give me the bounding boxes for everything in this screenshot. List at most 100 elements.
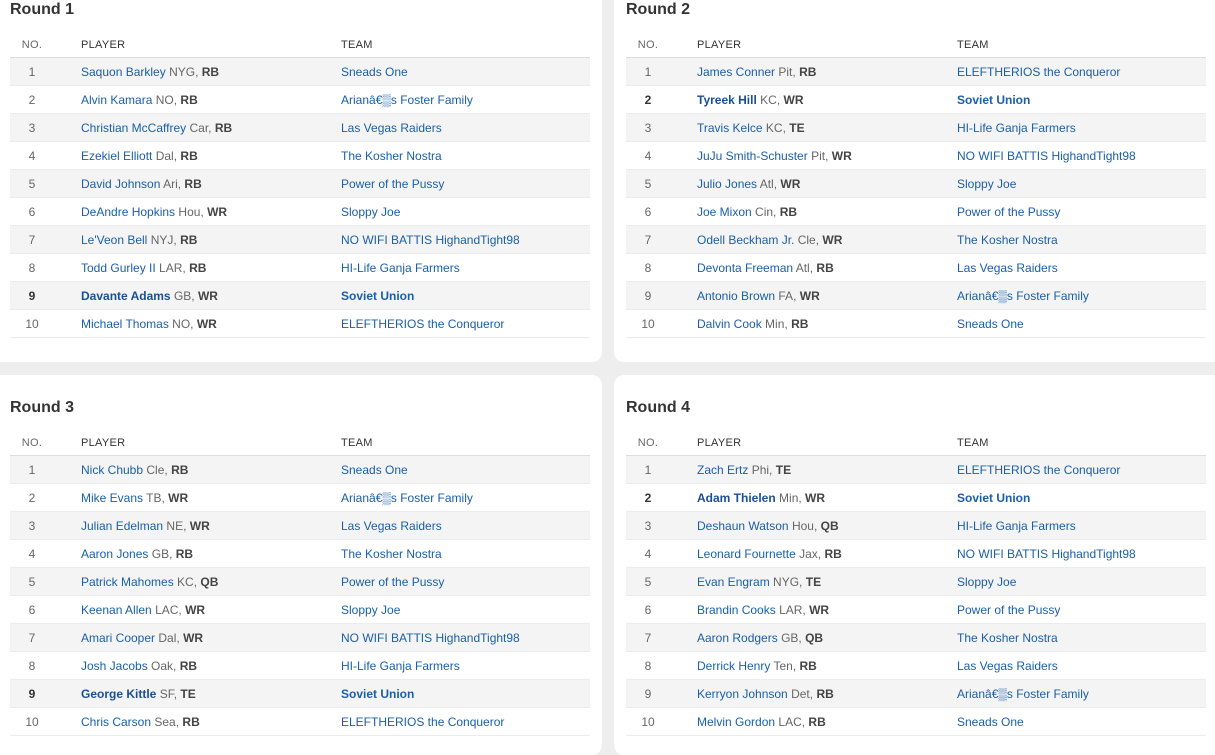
team-link[interactable]: Power of the Pussy — [957, 205, 1060, 219]
pick-number: 9 — [10, 281, 54, 310]
team-link[interactable]: Arianâ€▒s Foster Family — [957, 289, 1089, 303]
team-link[interactable]: Sloppy Joe — [341, 603, 400, 617]
team-link[interactable]: The Kosher Nostra — [341, 547, 442, 561]
team-link[interactable]: ELEFTHERIOS the Conqueror — [341, 715, 504, 729]
player-link[interactable]: Zach Ertz — [697, 463, 748, 477]
player-link[interactable]: Chris Carson — [81, 715, 151, 729]
team-link[interactable]: Arianâ€▒s Foster Family — [957, 687, 1089, 701]
team-link[interactable]: The Kosher Nostra — [957, 631, 1058, 645]
team-link[interactable]: Las Vegas Raiders — [957, 261, 1058, 275]
player-link[interactable]: JuJu Smith-Schuster — [697, 149, 808, 163]
pick-number: 3 — [10, 511, 54, 540]
player-link[interactable]: Aaron Rodgers — [697, 631, 778, 645]
player-position: RB — [799, 64, 817, 79]
player-link[interactable]: Deshaun Watson — [697, 519, 789, 533]
player-link[interactable]: Kerryon Johnson — [697, 687, 788, 701]
player-link[interactable]: Tyreek Hill — [697, 93, 757, 107]
player-link[interactable]: Derrick Henry — [697, 659, 770, 673]
team-link[interactable]: Power of the Pussy — [341, 177, 444, 191]
pick-number: 7 — [626, 225, 670, 254]
player-link[interactable]: Evan Engram — [697, 575, 770, 589]
team-link[interactable]: Soviet Union — [957, 491, 1030, 505]
pick-number: 5 — [10, 169, 54, 198]
team-link[interactable]: Power of the Pussy — [957, 603, 1060, 617]
team-link[interactable]: Las Vegas Raiders — [957, 659, 1058, 673]
team-cell: Las Vegas Raiders — [957, 651, 1206, 680]
team-link[interactable]: Arianâ€▒s Foster Family — [341, 93, 473, 107]
player-link[interactable]: Julian Edelman — [81, 519, 163, 533]
player-link[interactable]: Patrick Mahomes — [81, 575, 174, 589]
player-link[interactable]: Aaron Jones — [81, 547, 148, 561]
player-link[interactable]: Melvin Gordon — [697, 715, 775, 729]
player-link[interactable]: Odell Beckham Jr. — [697, 233, 794, 247]
player-link[interactable]: Christian McCaffrey — [81, 121, 186, 135]
player-team-abbr: NYG, — [773, 574, 803, 589]
player-link[interactable]: Dalvin Cook — [697, 317, 762, 331]
team-link[interactable]: Las Vegas Raiders — [341, 121, 442, 135]
team-link[interactable]: HI-Life Ganja Farmers — [341, 659, 460, 673]
player-link[interactable]: Alvin Kamara — [81, 93, 152, 107]
team-link[interactable]: Power of the Pussy — [341, 575, 444, 589]
player-link[interactable]: Travis Kelce — [697, 121, 763, 135]
team-link[interactable]: NO WIFI BATTIS HighandTight98 — [957, 547, 1136, 561]
player-position: RB — [179, 658, 198, 673]
team-cell: Arianâ€▒s Foster Family — [341, 85, 590, 114]
player-link[interactable]: Joe Mixon — [697, 205, 752, 219]
player-link[interactable]: Leonard Fournette — [697, 547, 796, 561]
team-link[interactable]: Sloppy Joe — [957, 575, 1016, 589]
team-link[interactable]: Las Vegas Raiders — [341, 519, 442, 533]
player-link[interactable]: Adam Thielen — [697, 491, 776, 505]
team-link[interactable]: Soviet Union — [341, 289, 414, 303]
player-link[interactable]: Saquon Barkley — [81, 65, 166, 79]
team-link[interactable]: Sneads One — [957, 317, 1024, 331]
player-link[interactable]: Amari Cooper — [81, 631, 155, 645]
player-link[interactable]: Nick Chubb — [81, 463, 143, 477]
team-link[interactable]: The Kosher Nostra — [957, 233, 1058, 247]
team-link[interactable]: HI-Life Ganja Farmers — [957, 519, 1076, 533]
player-link[interactable]: Josh Jacobs — [81, 659, 148, 673]
team-link[interactable]: HI-Life Ganja Farmers — [957, 121, 1076, 135]
player-link[interactable]: Antonio Brown — [697, 289, 775, 303]
player-position: WR — [196, 316, 217, 331]
player-link[interactable]: Mike Evans — [81, 491, 143, 505]
player-link[interactable]: Keenan Allen — [81, 603, 152, 617]
player-link[interactable]: James Conner — [697, 65, 775, 79]
team-link[interactable]: ELEFTHERIOS the Conqueror — [957, 463, 1120, 477]
player-link[interactable]: Ezekiel Elliott — [81, 149, 152, 163]
team-link[interactable]: Sloppy Joe — [957, 177, 1016, 191]
player-link[interactable]: DeAndre Hopkins — [81, 205, 175, 219]
player-position: TE — [805, 574, 822, 589]
team-link[interactable]: NO WIFI BATTIS HighandTight98 — [957, 149, 1136, 163]
team-link[interactable]: The Kosher Nostra — [341, 149, 442, 163]
player-link[interactable]: George Kittle — [81, 687, 156, 701]
player-link[interactable]: Brandin Cooks — [697, 603, 776, 617]
team-link[interactable]: Arianâ€▒s Foster Family — [341, 491, 473, 505]
pick-number: 4 — [626, 539, 670, 568]
round-title: Round 4 — [626, 399, 690, 416]
player-link[interactable]: Devonta Freeman — [697, 261, 793, 275]
player-link[interactable]: David Johnson — [81, 177, 160, 191]
pick-row: 6 DeAndre Hopkins Hou, WR Sloppy Joe — [10, 197, 590, 226]
team-link[interactable]: Sneads One — [341, 65, 408, 79]
player-team-abbr: Jax, — [799, 546, 822, 561]
player-link[interactable]: Todd Gurley II — [81, 261, 156, 275]
team-link[interactable]: Sneads One — [957, 715, 1024, 729]
team-cell: NO WIFI BATTIS HighandTight98 — [341, 225, 590, 254]
team-link[interactable]: Sloppy Joe — [341, 205, 400, 219]
team-link[interactable]: ELEFTHERIOS the Conqueror — [341, 317, 504, 331]
team-link[interactable]: NO WIFI BATTIS HighandTight98 — [341, 233, 520, 247]
team-link[interactable]: NO WIFI BATTIS HighandTight98 — [341, 631, 520, 645]
player-link[interactable]: Davante Adams — [81, 289, 171, 303]
player-team-abbr: Cle, — [797, 232, 820, 247]
team-link[interactable]: Soviet Union — [957, 93, 1030, 107]
col-header-player: PLAYER — [697, 33, 957, 58]
team-link[interactable]: Sneads One — [341, 463, 408, 477]
col-header-no: NO. — [626, 431, 670, 456]
player-link[interactable]: Le'Veon Bell — [81, 233, 147, 247]
player-position: RB — [175, 546, 194, 561]
player-link[interactable]: Michael Thomas — [81, 317, 169, 331]
team-link[interactable]: Soviet Union — [341, 687, 414, 701]
player-link[interactable]: Julio Jones — [697, 177, 757, 191]
team-link[interactable]: ELEFTHERIOS the Conqueror — [957, 65, 1120, 79]
team-link[interactable]: HI-Life Ganja Farmers — [341, 261, 460, 275]
